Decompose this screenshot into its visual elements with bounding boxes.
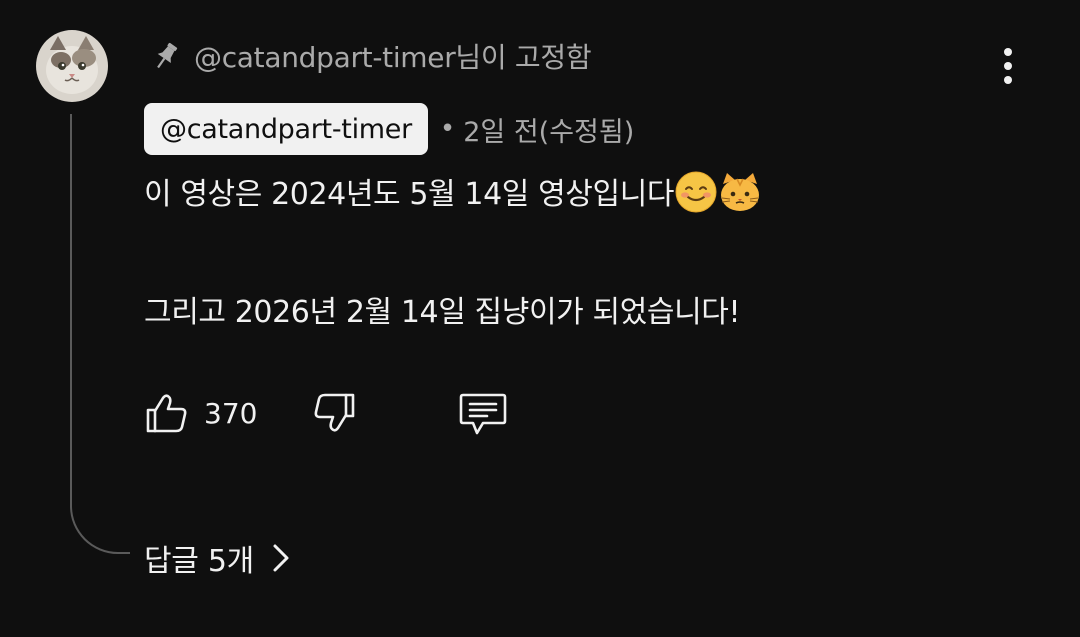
comment-actions: 370 [144,388,509,438]
comment-screen: @catandpart-timer님이 고정함 @catandpart-time… [0,0,1080,637]
cat-face-emoji [721,172,760,211]
dislike-button[interactable] [311,390,357,436]
thread-line [70,114,130,554]
comment-line-2: 그리고 2026년 2월 14일 집냥이가 되었습니다! [144,295,741,330]
view-replies-button[interactable]: 답글 5개 [144,534,292,582]
comment-meta: @catandpart-timer • 2일 전(수정됨) [144,103,634,155]
comment-time: 2일 전(수정됨) [463,116,635,148]
like-button[interactable]: 370 [144,390,311,436]
smiling-face-emoji [675,171,717,212]
pin-icon [157,42,178,69]
thumbs-down-icon [314,393,355,432]
more-options-button[interactable] [986,42,1030,90]
reply-button[interactable] [457,389,509,437]
comment-line-1-text: 이 영상은 2024년도 5월 14일 영상입니다 [144,177,675,212]
like-count: 370 [204,396,258,430]
cat-avatar-icon [36,30,108,102]
avatar[interactable] [36,30,108,102]
comment-blank-line [144,220,1024,288]
meta-separator: • [439,114,456,144]
more-dot-icon [1004,48,1012,56]
comment-text: 이 영상은 2024년도 5월 14일 영상입니다 그리고 2026년 2월 1… [144,170,1024,338]
pinned-by-text: @catandpart-timer님이 고정함 [194,41,592,74]
author-handle-chip[interactable]: @catandpart-timer [144,103,428,155]
comment-icon [460,393,507,435]
replies-count-label: 답글 5개 [144,544,254,579]
more-dot-icon [1004,62,1012,70]
more-dot-icon [1004,76,1012,84]
pinned-indicator: @catandpart-timer님이 고정함 [150,34,592,78]
comment-line-1: 이 영상은 2024년도 5월 14일 영상입니다 [144,170,1024,220]
thumbs-up-icon [146,394,187,433]
chevron-right-icon [273,544,289,572]
